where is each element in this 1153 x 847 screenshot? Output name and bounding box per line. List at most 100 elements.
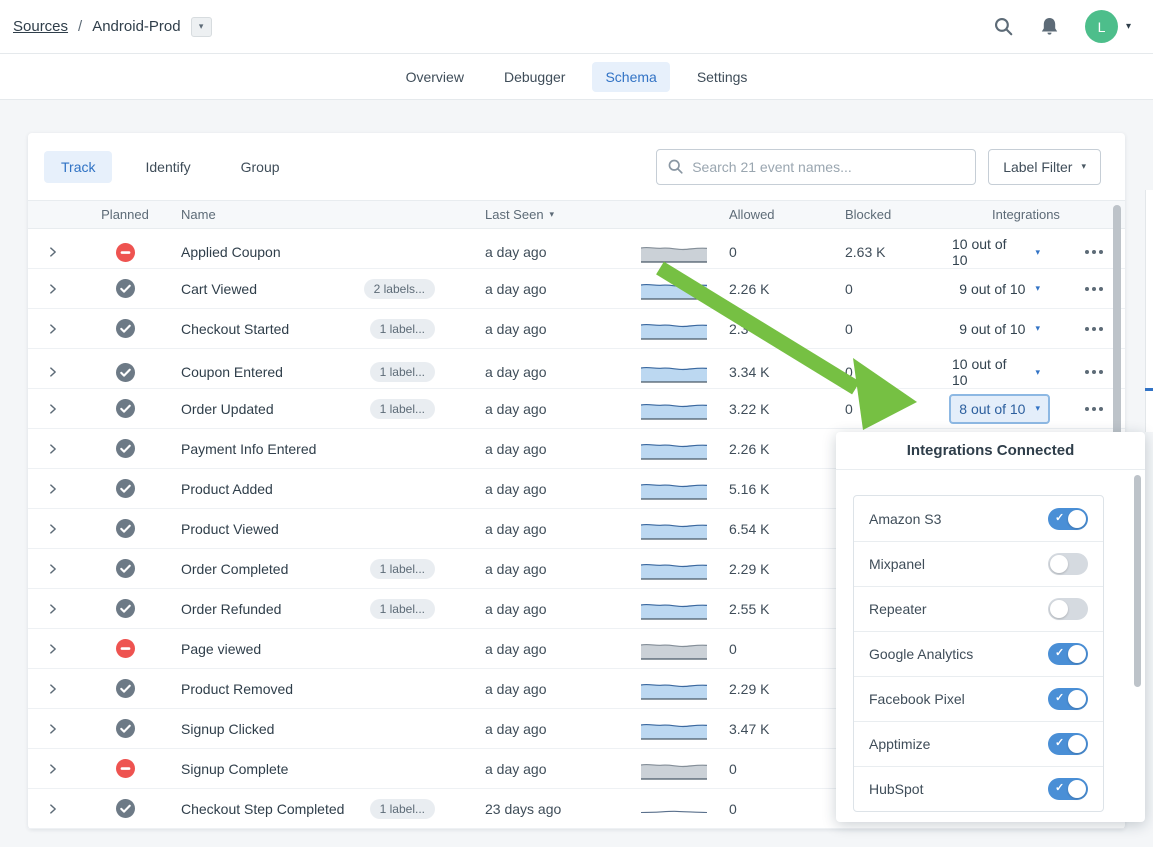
integration-toggle[interactable]: ✓ [1048,778,1088,800]
expand-row-button[interactable] [28,722,78,736]
expand-row-button[interactable] [28,402,78,416]
expand-chevron-icon[interactable] [46,442,60,456]
planned-status [78,279,172,298]
expand-row-button[interactable] [28,322,78,336]
planned-status [78,439,172,458]
expand-row-button[interactable] [28,602,78,616]
expand-row-button[interactable] [28,442,78,456]
caret-down-icon: ▾ [1035,283,1040,294]
integration-row: HubSpot✓ [854,766,1103,811]
integrations-dropdown[interactable]: 10 out of 10▾ [942,349,1050,395]
expand-row-button[interactable] [28,365,78,379]
breadcrumb-sources-link[interactable]: Sources [13,18,68,35]
search-icon[interactable] [993,16,1014,37]
expand-chevron-icon[interactable] [46,522,60,536]
allowed-value: 2.55 K [707,601,823,617]
expand-row-button[interactable] [28,562,78,576]
expand-row-button[interactable] [28,762,78,776]
toggle-check-icon: ✓ [1055,691,1064,704]
allowed-value: 0 [707,761,823,777]
integration-toggle[interactable]: ✓ [1048,688,1088,710]
label-badge: 1 label... [370,399,435,419]
table-row[interactable]: Coupon Entered1 label...a day ago3.34 K0… [28,349,1125,389]
type-tab-track[interactable]: Track [44,151,112,183]
expand-chevron-icon[interactable] [46,365,60,379]
tab-settings[interactable]: Settings [684,62,761,92]
tab-debugger[interactable]: Debugger [491,62,579,92]
expand-row-button[interactable] [28,802,78,816]
table-row[interactable]: Order Updated1 label...a day ago3.22 K08… [28,389,1125,429]
table-row[interactable]: Applied Coupona day ago02.63 K10 out of … [28,229,1125,269]
integrations-count: 9 out of 10 [959,281,1025,297]
volume-sparkline [641,478,707,500]
popup-scrollbar[interactable] [1134,475,1141,687]
planned-check-icon [116,279,135,298]
expand-chevron-icon[interactable] [46,322,60,336]
type-tab-identify[interactable]: Identify [128,151,207,183]
integrations-dropdown[interactable]: 9 out of 10 ▾ [949,274,1050,304]
last-seen-value: a day ago [441,521,597,537]
event-name: Product Viewed [181,521,279,537]
integration-toggle[interactable]: ✓ [1048,643,1088,665]
row-more-button[interactable] [1074,327,1114,331]
integration-row: Google Analytics✓ [854,631,1103,676]
integration-toggle[interactable]: ✓ [1048,553,1088,575]
planned-status [78,719,172,738]
expand-chevron-icon[interactable] [46,722,60,736]
integrations-dropdown[interactable]: 9 out of 10▾ [949,314,1050,344]
expand-row-button[interactable] [28,682,78,696]
volume-sparkline [641,558,707,580]
user-menu-caret-icon[interactable]: ▾ [1126,21,1131,32]
expand-row-button[interactable] [28,482,78,496]
expand-chevron-icon[interactable] [46,402,60,416]
event-search-input[interactable] [692,159,965,175]
planned-status [78,399,172,418]
expand-chevron-icon[interactable] [46,562,60,576]
expand-row-button[interactable] [28,522,78,536]
col-header-last-seen[interactable]: Last Seen ▾ [441,207,597,222]
expand-chevron-icon[interactable] [46,762,60,776]
expand-chevron-icon[interactable] [46,802,60,816]
expand-chevron-icon[interactable] [46,482,60,496]
expand-chevron-icon[interactable] [46,245,60,259]
label-filter-button[interactable]: Label Filter ▾ [988,149,1101,185]
toggle-knob [1050,555,1068,573]
integrations-dropdown[interactable]: 10 out of 10▾ [942,229,1050,275]
toggle-knob [1068,645,1086,663]
row-more-button[interactable] [1074,370,1114,374]
row-more-button[interactable] [1074,250,1114,254]
expand-chevron-icon[interactable] [46,282,60,296]
expand-chevron-icon[interactable] [46,682,60,696]
tab-overview[interactable]: Overview [393,62,477,92]
expand-chevron-icon[interactable] [46,642,60,656]
expand-row-button[interactable] [28,642,78,656]
expand-chevron-icon[interactable] [46,602,60,616]
blocked-value: 0 [823,364,942,380]
toggle-knob [1068,510,1086,528]
allowed-value: 0 [707,801,823,817]
integrations-dropdown[interactable]: 8 out of 10▾ [949,394,1050,424]
event-name: Signup Clicked [181,721,274,737]
expand-row-button[interactable] [28,282,78,296]
user-avatar[interactable]: L [1085,10,1118,43]
table-row[interactable]: Cart Viewed2 labels...a day ago2.26 K09 … [28,269,1125,309]
row-more-button[interactable] [1074,287,1114,291]
last-seen-label: Last Seen [485,207,544,222]
type-tab-group[interactable]: Group [224,151,297,183]
volume-sparkline [641,518,707,540]
integration-toggle[interactable]: ✓ [1048,733,1088,755]
last-seen-value: 23 days ago [441,801,597,817]
row-more-button[interactable] [1074,407,1114,411]
volume-sparkline [641,438,707,460]
planned-check-icon [116,479,135,498]
expand-row-button[interactable] [28,245,78,259]
source-dropdown-button[interactable]: ▾ [191,17,212,37]
event-name: Order Refunded [181,601,281,617]
integration-toggle[interactable]: ✓ [1048,508,1088,530]
integrations-count: 10 out of 10 [952,236,1025,268]
notifications-bell-icon[interactable] [1040,16,1059,37]
integrations-count: 8 out of 10 [959,401,1025,417]
integration-toggle[interactable]: ✓ [1048,598,1088,620]
table-row[interactable]: Checkout Started1 label...a day ago2.3 K… [28,309,1125,349]
tab-schema[interactable]: Schema [592,62,669,92]
